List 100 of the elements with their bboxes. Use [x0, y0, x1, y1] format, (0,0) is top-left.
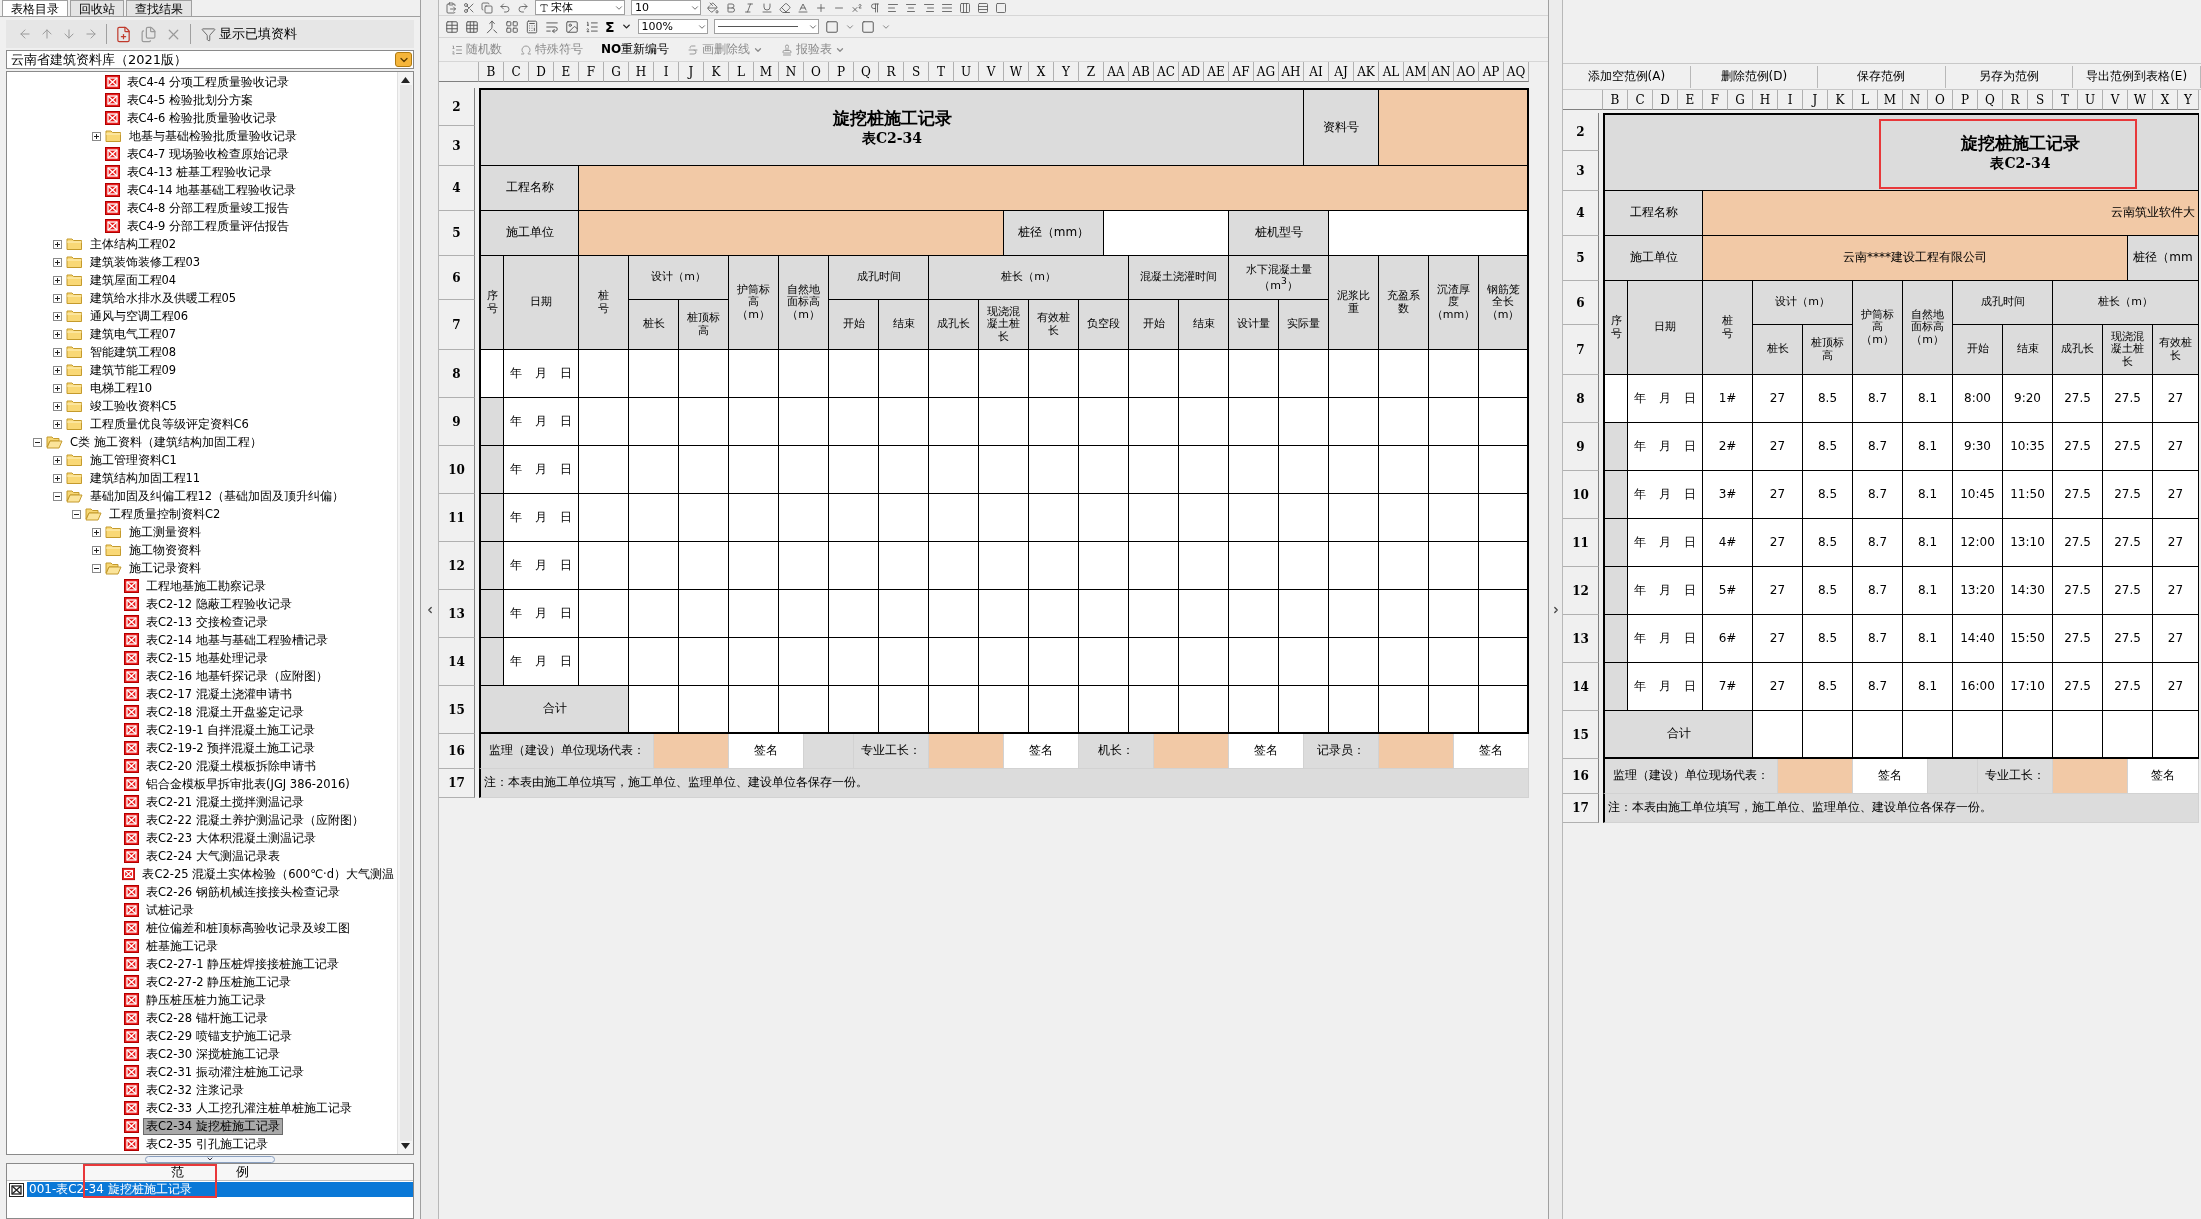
eraser-icon[interactable] — [779, 1, 791, 14]
expand-icon[interactable] — [52, 419, 62, 429]
columns-icon[interactable] — [959, 1, 971, 14]
row-number[interactable]: 14 — [1563, 663, 1599, 711]
column-letter[interactable]: J — [1803, 90, 1828, 110]
fill-in-field[interactable]: 云南筑业软件大 — [1703, 191, 2199, 236]
column-letter[interactable]: V — [2103, 90, 2128, 110]
tree-item[interactable]: 施工管理资料C1 — [86, 451, 180, 469]
tree-item[interactable]: 表C4-9 分部工程质量评估报告 — [123, 217, 292, 235]
zoom-dropdown[interactable]: 100% — [637, 19, 708, 34]
column-letter[interactable]: AL — [1379, 62, 1404, 82]
tree-item[interactable]: 建筑电气工程07 — [86, 325, 180, 343]
column-letter[interactable]: P — [829, 62, 854, 82]
column-letter[interactable]: AN — [1429, 62, 1454, 82]
column-letter[interactable]: I — [654, 62, 679, 82]
column-letter[interactable]: M — [754, 62, 779, 82]
font-dropdown[interactable]: 宋体 — [535, 0, 625, 15]
column-letter[interactable]: AB — [1129, 62, 1154, 82]
tree-item[interactable]: 表C2-16 地基钎探记录（应附图） — [143, 667, 331, 685]
row-number[interactable]: 5 — [1563, 236, 1599, 281]
tree-item[interactable]: 建筑屋面工程04 — [86, 271, 180, 289]
tree-item[interactable]: 铝合金模板早拆审批表(JGJ 386-2016) — [143, 775, 353, 793]
column-letter[interactable]: O — [1928, 90, 1953, 110]
tree-item[interactable]: 桩基施工记录 — [143, 937, 221, 955]
plus-icon[interactable] — [815, 1, 827, 14]
row-number[interactable]: 4 — [439, 166, 475, 211]
tree-item[interactable]: 表C2-27-1 静压桩焊接接桩施工记录 — [143, 955, 343, 973]
column-letter[interactable]: R — [879, 62, 904, 82]
tree-item[interactable]: 表C2-18 混凝土开盘鉴定记录 — [143, 703, 307, 721]
row-number[interactable]: 6 — [1563, 281, 1599, 325]
wrap-text-icon[interactable] — [545, 19, 559, 34]
column-letter[interactable]: H — [629, 62, 654, 82]
tree-item[interactable]: 表C2-19-2 预拌混凝土施工记录 — [143, 739, 319, 757]
tree-item[interactable]: 建筑装饰装修工程03 — [86, 253, 204, 271]
tree-item[interactable]: 电梯工程10 — [86, 379, 156, 397]
column-letter[interactable]: T — [2053, 90, 2078, 110]
column-letter[interactable]: B — [1603, 90, 1628, 110]
row-number[interactable]: 2 — [439, 88, 475, 126]
row-number[interactable]: 13 — [439, 590, 475, 638]
row-number[interactable]: 17 — [1563, 794, 1599, 823]
tree-item[interactable]: 表C2-14 地基与基础工程验槽记录 — [143, 631, 331, 649]
column-letter[interactable]: AE — [1204, 62, 1229, 82]
column-letter[interactable]: K — [1828, 90, 1853, 110]
row-number[interactable]: 16 — [1563, 759, 1599, 794]
column-letter[interactable]: AD — [1179, 62, 1204, 82]
tree-item[interactable]: 表C4-5 检验批划分方案 — [123, 91, 256, 109]
column-letter[interactable]: W — [2128, 90, 2153, 110]
tree-item[interactable]: 表C2-33 人工挖孔灌注桩单桩施工记录 — [143, 1099, 355, 1117]
row-number[interactable]: 13 — [1563, 615, 1599, 663]
row-number[interactable]: 8 — [439, 350, 475, 398]
font-color-icon[interactable] — [797, 1, 809, 14]
column-letter[interactable]: R — [2003, 90, 2028, 110]
expand-icon[interactable] — [52, 383, 62, 393]
border-icon[interactable] — [860, 19, 875, 34]
select-all-corner[interactable] — [1563, 90, 1603, 110]
column-letter[interactable]: AC — [1154, 62, 1179, 82]
layout-icon[interactable] — [505, 19, 519, 34]
tree-item[interactable]: 表C2-25 混凝土实体检验（600℃·d）大气测温 — [139, 865, 397, 883]
column-letter[interactable]: G — [604, 62, 629, 82]
column-letter[interactable]: N — [1903, 90, 1928, 110]
align-right-icon[interactable] — [923, 1, 935, 14]
align-center-icon[interactable] — [905, 1, 917, 14]
tree-item[interactable]: 表C2-35 引孔施工记录 — [143, 1135, 271, 1153]
tree-item[interactable]: 施工记录资料 — [125, 559, 204, 577]
tool-button[interactable]: NO重新编号 — [595, 41, 676, 58]
column-letter[interactable]: AI — [1304, 62, 1329, 82]
column-letter[interactable]: B — [479, 62, 504, 82]
expand-icon[interactable] — [52, 293, 62, 303]
tree-item[interactable]: 表C2-19-1 自拌混凝土施工记录 — [143, 721, 319, 739]
tree-item[interactable]: 表C2-22 混凝土养护测温记录（应附图） — [143, 811, 367, 829]
column-letter[interactable]: X — [2153, 90, 2178, 110]
tree-item[interactable]: 主体结构工程02 — [86, 235, 180, 253]
toolbar-button[interactable]: 删除范例(D) — [1690, 65, 1819, 88]
caret-icon[interactable] — [620, 21, 632, 32]
tree-item[interactable]: 施工测量资料 — [125, 523, 204, 541]
row-number[interactable]: 3 — [1563, 151, 1599, 191]
expand-icon[interactable] — [52, 329, 62, 339]
column-letter[interactable]: U — [954, 62, 979, 82]
column-letter[interactable]: D — [1653, 90, 1678, 110]
fill-in-field[interactable] — [1379, 88, 1529, 166]
tree-item[interactable]: 表C4-8 分部工程质量竣工报告 — [123, 199, 292, 217]
column-letter[interactable]: AJ — [1329, 62, 1354, 82]
column-letter[interactable]: AF — [1229, 62, 1254, 82]
tree-item[interactable]: 表C2-28 锚杆施工记录 — [143, 1009, 271, 1027]
column-letter[interactable]: I — [1778, 90, 1803, 110]
toolbar-button[interactable]: 导出范例到表格(E) — [2073, 65, 2201, 88]
bold-icon[interactable] — [725, 1, 737, 14]
toolbar-button[interactable]: 保存范例 — [1818, 65, 1946, 88]
tree-item[interactable]: 表C2-29 喷锚支护施工记录 — [143, 1027, 295, 1045]
expand-icon[interactable] — [52, 275, 62, 285]
tree-item[interactable]: 工程质量优良等级评定资料C6 — [86, 415, 252, 433]
tree-item[interactable]: 表C2-13 交接检查记录 — [143, 613, 271, 631]
column-letter[interactable]: O — [804, 62, 829, 82]
line-style-dropdown[interactable] — [713, 19, 819, 34]
row-number[interactable]: 7 — [439, 300, 475, 350]
column-letter[interactable]: AQ — [1504, 62, 1529, 82]
tree-item[interactable]: 智能建筑工程08 — [86, 343, 180, 361]
tree-item[interactable]: 通风与空调工程06 — [86, 307, 192, 325]
rows-icon[interactable] — [977, 1, 989, 14]
paste-icon[interactable] — [445, 1, 457, 14]
